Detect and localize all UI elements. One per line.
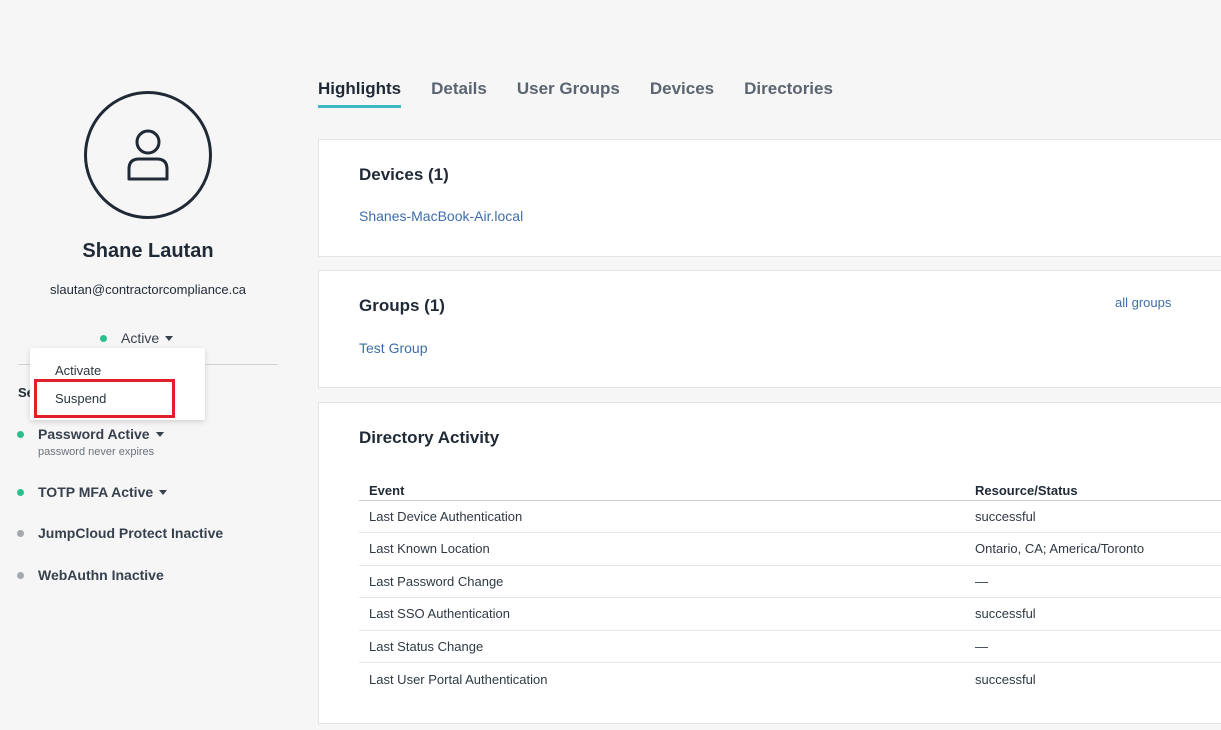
table-row: Last Device Authentication successful bbox=[359, 500, 1221, 533]
tab-highlights[interactable]: Highlights bbox=[318, 79, 402, 108]
table-row: Last Password Change — bbox=[359, 565, 1221, 598]
status-cell: successful bbox=[975, 671, 1036, 687]
table-row: Last Status Change — bbox=[359, 630, 1221, 663]
status-menu: Activate Suspend bbox=[30, 348, 205, 420]
status-cell: successful bbox=[965, 500, 1221, 533]
user-email: slautan@contractorcompliance.ca bbox=[49, 282, 246, 297]
chevron-down-icon bbox=[165, 335, 174, 341]
protect-status-label: JumpCloud Protect Inactive bbox=[38, 525, 224, 541]
event-cell: Last User Portal Authentication bbox=[369, 671, 548, 687]
tab-bar: Highlights Details User Groups Devices D… bbox=[318, 79, 863, 108]
tab-devices[interactable]: Devices bbox=[650, 79, 714, 108]
password-expiry-note: password never expires bbox=[38, 446, 155, 458]
groups-card: Groups (1) all groups Test Group bbox=[318, 270, 1221, 388]
event-cell: Last Device Authentication bbox=[359, 500, 965, 533]
webauthn-status-label: WebAuthn Inactive bbox=[38, 567, 164, 583]
menu-item-suspend[interactable]: Suspend bbox=[55, 391, 106, 406]
table-row: Last SSO Authentication successful bbox=[359, 597, 1221, 631]
table-row: Last User Portal Authentication successf… bbox=[359, 663, 1221, 696]
devices-card: Devices (1) Shanes-MacBook-Air.local bbox=[318, 139, 1221, 257]
status-cell: — bbox=[965, 630, 1221, 663]
jumpcloud-protect-status: JumpCloud Protect Inactive bbox=[17, 525, 223, 541]
webauthn-inactive-dot bbox=[17, 571, 24, 579]
event-cell: Last Password Change bbox=[359, 565, 965, 598]
chevron-down-icon bbox=[159, 489, 168, 495]
status-active-dot bbox=[100, 334, 107, 342]
directory-activity-title: Directory Activity bbox=[359, 428, 500, 447]
table-row: Last Known Location Ontario, CA; America… bbox=[359, 532, 1221, 566]
totp-status-label: TOTP MFA Active bbox=[38, 484, 154, 500]
protect-inactive-dot bbox=[17, 529, 24, 537]
user-avatar bbox=[84, 91, 212, 219]
device-link[interactable]: Shanes-MacBook-Air.local bbox=[359, 208, 523, 224]
event-cell: Last SSO Authentication bbox=[359, 597, 965, 631]
password-status-dropdown[interactable]: Password Active bbox=[17, 426, 164, 442]
directory-activity-card: Directory Activity Event Resource/Status… bbox=[318, 402, 1221, 724]
user-icon bbox=[127, 129, 169, 181]
event-cell: Last Status Change bbox=[359, 630, 965, 663]
all-groups-link[interactable]: all groups bbox=[1115, 295, 1171, 310]
group-link[interactable]: Test Group bbox=[359, 340, 427, 356]
webauthn-status: WebAuthn Inactive bbox=[17, 567, 164, 583]
status-dropdown[interactable]: Active bbox=[100, 330, 174, 346]
devices-title: Devices (1) bbox=[359, 165, 449, 184]
tab-user-groups[interactable]: User Groups bbox=[517, 79, 620, 108]
table-header-row: Event Resource/Status bbox=[359, 481, 1221, 501]
totp-active-dot bbox=[17, 488, 24, 496]
column-header-resource-status: Resource/Status bbox=[965, 481, 1221, 501]
user-name: Shane Lautan bbox=[82, 240, 214, 262]
tab-directories[interactable]: Directories bbox=[744, 79, 833, 108]
column-header-event: Event bbox=[359, 481, 965, 501]
chevron-down-icon bbox=[155, 431, 164, 437]
status-cell: successful bbox=[965, 597, 1221, 631]
status-label: Active bbox=[121, 330, 160, 346]
password-status-label: Password Active bbox=[38, 426, 150, 442]
activity-table: Event Resource/Status Last Device Authen… bbox=[359, 481, 1221, 695]
tab-details[interactable]: Details bbox=[431, 79, 487, 108]
status-cell: Ontario, CA; America/Toronto bbox=[965, 532, 1221, 566]
password-active-dot bbox=[17, 430, 24, 438]
menu-item-activate[interactable]: Activate bbox=[55, 363, 101, 378]
totp-status-dropdown[interactable]: TOTP MFA Active bbox=[17, 484, 168, 500]
groups-title: Groups (1) bbox=[359, 296, 445, 315]
status-cell: — bbox=[965, 565, 1221, 598]
event-cell: Last Known Location bbox=[359, 532, 965, 566]
